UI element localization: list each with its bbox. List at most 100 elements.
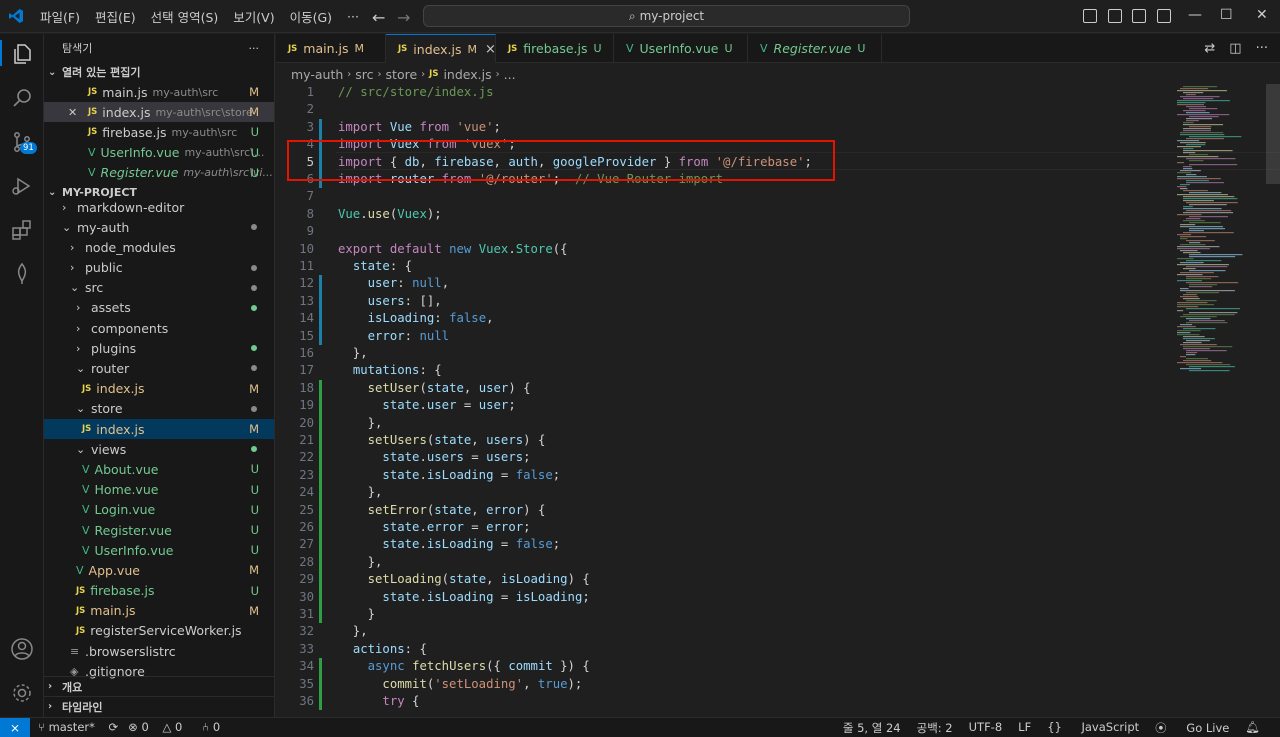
menu-item[interactable]: 보기(V) — [233, 7, 274, 26]
explorer-icon[interactable] — [10, 42, 34, 66]
notifications-bell-icon[interactable]: 🔔︎ — [1245, 720, 1260, 736]
minimap-line — [1186, 322, 1228, 324]
back-arrow-icon[interactable]: ← — [372, 8, 385, 27]
file-item[interactable]: JS registerServiceWorker.js — [44, 621, 274, 641]
command-center-search[interactable]: ⌕ my-project — [423, 5, 910, 27]
explorer-header: 탐색기 ··· — [44, 34, 274, 62]
breadcrumb-item[interactable]: store — [386, 67, 418, 82]
close-icon[interactable]: ✕ — [68, 106, 82, 119]
file-item[interactable]: ≡ .browserslistrc — [44, 641, 274, 661]
minimap-line — [1183, 268, 1196, 270]
open-editor-item[interactable]: JS main.js my-auth\src M — [44, 82, 274, 102]
change-dot — [251, 284, 257, 291]
code-token: isLoading — [426, 537, 494, 552]
file-item[interactable]: JS firebase.js U — [44, 581, 274, 601]
ports-status[interactable]: ⑃ 0 — [202, 720, 230, 734]
toggle-panel-icon[interactable] — [1108, 9, 1122, 23]
file-item[interactable]: JS index.js M — [44, 379, 274, 399]
menu-item[interactable]: 선택 영역(S) — [151, 7, 219, 26]
activity-bar: 91 — [0, 34, 44, 717]
maximize-icon[interactable]: ☐ — [1220, 7, 1233, 23]
open-editor-item[interactable]: V UserInfo.vue my-auth\src\... U — [44, 143, 274, 163]
compare-changes-icon[interactable]: ⇄ — [1204, 41, 1215, 56]
line-ending[interactable]: LF — [1018, 720, 1031, 736]
encoding[interactable]: UTF-8 — [969, 720, 1003, 736]
folder-item[interactable]: › node_modules — [44, 237, 274, 257]
vertical-scrollbar[interactable] — [1266, 84, 1280, 717]
file-item[interactable]: V Home.vue U — [44, 480, 274, 500]
breadcrumb-item[interactable]: index.js — [443, 67, 491, 82]
menu-item[interactable]: ··· — [347, 9, 359, 24]
chevron-right-icon: › — [48, 701, 53, 712]
breadcrumb-item[interactable]: my-auth — [291, 67, 343, 82]
folder-item[interactable]: ⌄ src — [44, 278, 274, 298]
toggle-secondary-sidebar-icon[interactable] — [1132, 9, 1146, 23]
cursor-position[interactable]: 줄 5, 열 24 — [843, 720, 901, 736]
file-item[interactable]: V UserInfo.vue U — [44, 540, 274, 560]
problems-status[interactable]: ⊗ 0 △ 0 — [128, 720, 192, 734]
code-editor[interactable]: 1// src/store/index.js 2 3 import Vue from … — [276, 84, 1280, 717]
scrollbar-thumb[interactable] — [1266, 84, 1280, 184]
file-item[interactable]: V Register.vue U — [44, 520, 274, 540]
remote-indicator-icon[interactable]: ⨯ — [0, 718, 30, 737]
file-item[interactable]: V Login.vue U — [44, 500, 274, 520]
more-actions-icon[interactable]: ··· — [1256, 41, 1268, 56]
minimap[interactable] — [1175, 84, 1265, 374]
code-token: state — [434, 433, 472, 447]
open-editor-item[interactable]: ✕ JS index.js my-auth\src\store M — [44, 102, 274, 123]
mongodb-leaf-icon[interactable] — [10, 262, 34, 286]
search-view-icon[interactable] — [10, 86, 34, 110]
menu-item[interactable]: 이동(G) — [290, 7, 332, 26]
folder-item[interactable]: ⌄ views — [44, 439, 274, 459]
indentation[interactable]: 공백: 2 — [917, 720, 953, 736]
file-item[interactable]: V App.vue M — [44, 560, 274, 580]
folder-item[interactable]: › assets — [44, 298, 274, 318]
code-token: , — [486, 311, 494, 326]
branch-status[interactable]: ⑂ master* ⟳ — [38, 720, 118, 734]
settings-gear-icon[interactable] — [10, 681, 34, 705]
minimap-line — [1183, 152, 1196, 154]
folder-item[interactable]: ⌄ router — [44, 358, 274, 378]
customize-layout-icon[interactable] — [1157, 9, 1171, 23]
folder-item[interactable]: › components — [44, 318, 274, 338]
open-editor-item[interactable]: V Register.vue my-auth\src\vi... U — [44, 163, 274, 183]
account-icon[interactable] — [10, 637, 34, 661]
editor-tab[interactable]: JS index.js M × — [386, 34, 496, 63]
go-live-button[interactable]: ⦿ Go Live — [1155, 720, 1229, 736]
forward-arrow-icon[interactable]: → — [397, 8, 410, 27]
open-editors-header[interactable]: ⌄ 열려 있는 편집기 — [44, 62, 274, 82]
chevron-down-icon: ⌄ — [62, 220, 72, 234]
folder-item[interactable]: › plugins — [44, 338, 274, 358]
file-item[interactable]: JS main.js M — [44, 601, 274, 621]
menu-item[interactable]: 파일(F) — [40, 7, 80, 26]
file-item[interactable]: JS index.js M — [44, 419, 274, 440]
file-item[interactable]: V About.vue U — [44, 459, 274, 479]
run-debug-icon[interactable] — [10, 174, 34, 198]
open-editor-item[interactable]: JS firebase.js my-auth\src U — [44, 122, 274, 142]
close-icon[interactable]: × — [485, 42, 496, 57]
language-mode[interactable]: {} JavaScript — [1047, 720, 1139, 736]
code-token: , — [463, 380, 479, 395]
breadcrumb-item[interactable]: ... — [504, 67, 516, 82]
close-window-icon[interactable]: ✕ — [1256, 7, 1268, 23]
editor-tab[interactable]: V UserInfo.vue U — [614, 34, 748, 63]
minimize-icon[interactable]: — — [1188, 7, 1202, 23]
folder-item[interactable]: › markdown-editor — [44, 197, 274, 217]
code-token: from — [419, 119, 450, 134]
extensions-icon[interactable] — [10, 218, 34, 242]
breadcrumb-item[interactable]: src — [355, 67, 373, 82]
more-actions-icon[interactable]: ··· — [249, 42, 260, 55]
timeline-header[interactable]: › 타임라인 — [44, 696, 274, 716]
minimap-line — [1177, 302, 1208, 304]
code-token: ) { — [523, 502, 546, 517]
folder-item[interactable]: › public — [44, 258, 274, 278]
menu-item[interactable]: 편집(E) — [95, 7, 136, 26]
editor-tab[interactable]: JS firebase.js U — [496, 34, 614, 63]
split-editor-icon[interactable]: ◫ — [1229, 41, 1241, 56]
folder-item[interactable]: ⌄ store — [44, 399, 274, 419]
editor-tab[interactable]: JS main.js M — [276, 34, 386, 63]
outline-header[interactable]: › 개요 — [44, 676, 274, 696]
editor-tab[interactable]: V Register.vue U — [748, 34, 882, 63]
folder-item[interactable]: ⌄ my-auth — [44, 217, 274, 237]
toggle-primary-sidebar-icon[interactable] — [1083, 9, 1097, 23]
